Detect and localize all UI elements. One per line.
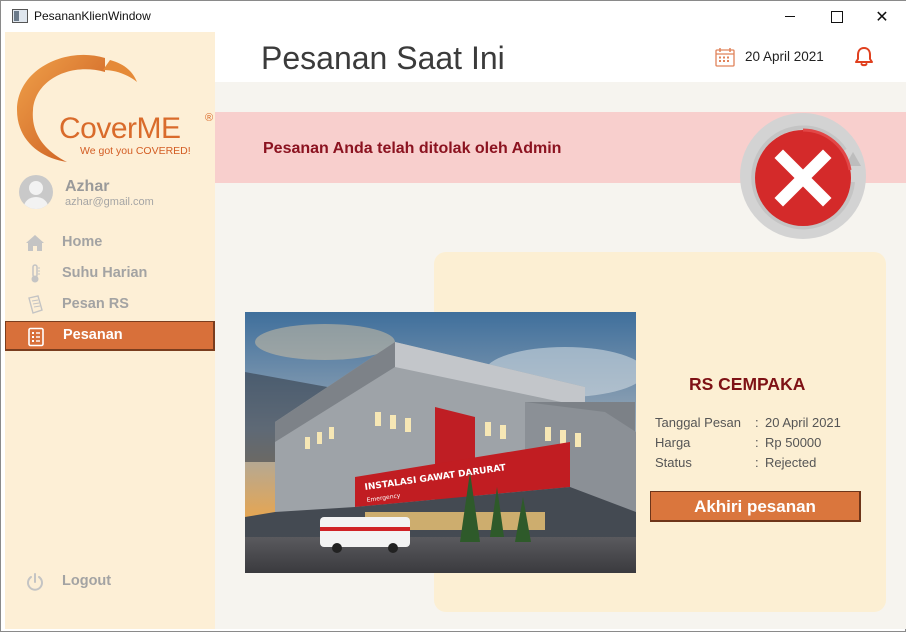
order-date-label: Tanggal Pesan	[655, 415, 742, 430]
sidebar-item-label: Home	[62, 234, 103, 250]
page-title: Pesanan Saat Ini	[261, 40, 505, 76]
main-content: Pesanan Anda telah ditolak oleh Admin IN…	[215, 82, 906, 629]
page-header: Pesanan Saat Ini 20 April 2021	[215, 32, 906, 82]
coverme-logo: CoverME ® We got you COVERED!	[15, 50, 213, 165]
rejected-x-icon	[740, 113, 866, 239]
window-title: PesananKlienWindow	[34, 9, 151, 23]
sidebar: CoverME ® We got you COVERED! Azhar azha…	[5, 32, 215, 629]
user-email: azhar@gmail.com	[65, 196, 154, 208]
price-value: Rp 50000	[765, 435, 822, 450]
thermometer-icon	[31, 264, 40, 283]
document-icon	[28, 295, 43, 314]
logo-registered-mark: ®	[205, 112, 214, 124]
user-name: Azhar	[65, 178, 110, 195]
logout-label: Logout	[62, 573, 112, 589]
logout-button[interactable]: Logout	[5, 567, 215, 597]
sidebar-item-pesan-rs[interactable]: Pesan RS	[5, 290, 215, 320]
minimize-button[interactable]	[767, 1, 813, 32]
field-separator: :	[755, 435, 759, 450]
sidebar-item-pesanan[interactable]: Pesanan	[5, 321, 215, 351]
list-icon	[28, 327, 44, 347]
order-date-value: 20 April 2021	[765, 415, 841, 430]
field-separator: :	[755, 415, 759, 430]
app-window: PesananKlienWindow ✕ CoverME ® We got yo…	[0, 0, 906, 632]
home-icon	[26, 235, 44, 251]
end-order-button[interactable]: Akhiri pesanan	[650, 491, 861, 522]
sidebar-item-label: Pesan RS	[62, 296, 129, 312]
close-button[interactable]: ✕	[859, 1, 905, 32]
sidebar-item-suhu-harian[interactable]: Suhu Harian	[5, 259, 215, 289]
hospital-building-image: INSTALASI GAWAT DARURAT Emergency	[245, 312, 636, 573]
avatar	[19, 175, 53, 209]
banner-message: Pesanan Anda telah ditolak oleh Admin	[263, 140, 562, 157]
field-separator: :	[755, 455, 759, 470]
power-icon	[27, 573, 43, 591]
sidebar-item-label: Suhu Harian	[62, 265, 148, 281]
window-app-icon	[12, 9, 28, 23]
maximize-button[interactable]	[813, 1, 859, 32]
sidebar-item-home[interactable]: Home	[5, 228, 215, 258]
title-bar[interactable]: PesananKlienWindow ✕	[1, 1, 906, 32]
calendar-icon	[715, 48, 735, 67]
logo-tagline: We got you COVERED!	[80, 145, 191, 157]
bell-icon[interactable]	[853, 45, 875, 67]
hospital-photo: INSTALASI GAWAT DARURAT Emergency	[245, 312, 636, 573]
status-value: Rejected	[765, 455, 817, 470]
logo-brand-text: CoverME	[59, 112, 181, 145]
status-label: Status	[655, 455, 692, 470]
close-icon: ✕	[875, 7, 889, 26]
price-label: Harga	[655, 435, 691, 450]
hospital-name: RS CEMPAKA	[689, 374, 806, 394]
current-date: 20 April 2021	[745, 49, 824, 64]
sidebar-item-label: Pesanan	[63, 327, 123, 343]
